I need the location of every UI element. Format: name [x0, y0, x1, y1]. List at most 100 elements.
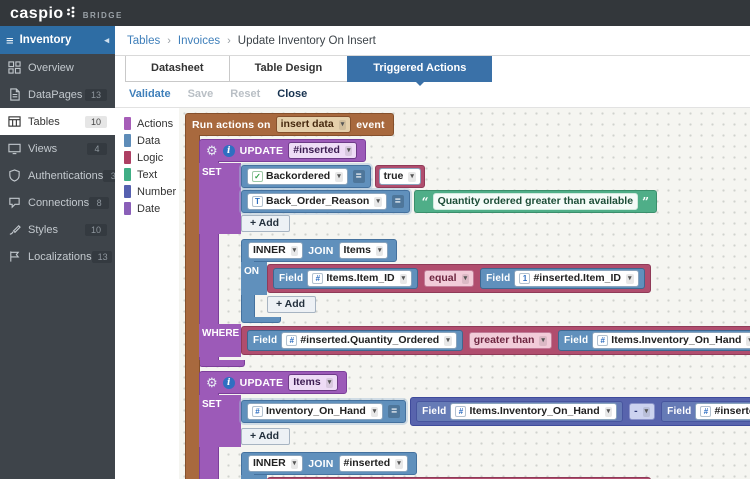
tables-icon: [8, 115, 21, 128]
palette-category-actions[interactable]: Actions: [124, 117, 179, 130]
assignment-inventory-on-hand[interactable]: #Inventory_On_Hand▾ =: [241, 400, 406, 423]
sidebar-item-overview[interactable]: Overview: [0, 54, 115, 81]
breadcrumb-tables-link[interactable]: Tables: [127, 35, 160, 47]
sidebar-item-styles[interactable]: Styles 10: [0, 216, 115, 243]
field-block[interactable]: Field1#inserted.Item_ID▾: [480, 268, 644, 289]
field-block[interactable]: Field##inserted.Quantity_Ordered▾: [247, 330, 463, 351]
field-dropdown[interactable]: ##inserted.Quantity_Ordered▾: [281, 332, 456, 349]
text-value-block[interactable]: “ Quantity ordered greater than availabl…: [414, 190, 657, 213]
sidebar-item-localizations[interactable]: Localizations 13: [0, 243, 115, 270]
update-keyword: UPDATE: [240, 145, 284, 157]
count-badge: 10: [85, 224, 107, 236]
field-dropdown[interactable]: TBack_Order_Reason▾: [247, 193, 387, 210]
field-dropdown[interactable]: #Items.Inventory_On_Hand▾: [450, 403, 617, 420]
field-dropdown[interactable]: ##inserted.Quantity_Ordered▾: [695, 403, 750, 420]
logo-bridge-label: BRIDGE: [83, 11, 123, 20]
table-dropdown[interactable]: Items▾: [288, 374, 338, 391]
dashboard-icon: [8, 61, 21, 74]
chevron-down-icon: ▾: [462, 274, 470, 284]
event-label: event: [356, 119, 384, 131]
breadcrumb-invoices-link[interactable]: Invoices: [178, 35, 220, 47]
field-block[interactable]: Field##inserted.Quantity_Ordered▾: [661, 401, 750, 422]
tab-table-design[interactable]: Table Design: [229, 56, 349, 82]
run-actions-block[interactable]: Run actions on insert data▾ event ⚙ i UP…: [185, 113, 750, 479]
sidebar-header[interactable]: ≡ Inventory ◂: [0, 26, 115, 54]
field-dropdown[interactable]: #Items.Inventory_On_Hand▾: [592, 332, 750, 349]
palette-category-logic[interactable]: Logic: [124, 151, 179, 164]
join-type-dropdown[interactable]: INNER▾: [248, 242, 303, 259]
chevron-down-icon: ▾: [605, 407, 613, 417]
tab-datasheet[interactable]: Datasheet: [125, 56, 230, 82]
event-dropdown[interactable]: insert data▾: [276, 116, 352, 133]
category-color-chip: [124, 151, 131, 164]
tab-triggered-actions[interactable]: Triggered Actions: [347, 56, 492, 82]
info-icon[interactable]: i: [223, 377, 235, 389]
boolean-dropdown[interactable]: true▾: [379, 168, 421, 185]
math-operator-dropdown[interactable]: -▾: [629, 403, 655, 420]
block-canvas[interactable]: Run actions on insert data▾ event ⚙ i UP…: [179, 108, 750, 479]
field-block[interactable]: Field#Items.Inventory_On_Hand▾: [416, 401, 623, 422]
join-block-1[interactable]: INNER▾ JOIN Items▾ ON: [241, 239, 651, 323]
where-section: WHERE Field##inserted.Quantity_Ordered▾ …: [241, 326, 750, 355]
chevron-down-icon: ▾: [376, 246, 384, 256]
join-type-dropdown[interactable]: INNER▾: [248, 455, 303, 472]
palette-category-text[interactable]: Text: [124, 168, 179, 181]
field-dropdown[interactable]: #Inventory_On_Hand▾: [247, 403, 383, 420]
assignment-back-order-reason[interactable]: TBack_Order_Reason▾ =: [241, 190, 410, 213]
join-condition[interactable]: Field#Items.Item_ID▾ equal▾ Field1#inser…: [267, 264, 651, 293]
join-block-2[interactable]: INNER▾ JOIN #inserted▾ ON: [241, 452, 651, 479]
operator-dropdown[interactable]: greater than▾: [469, 332, 552, 349]
equals-sign: =: [388, 405, 400, 418]
reset-button[interactable]: Reset: [230, 88, 260, 100]
sidebar-item-authentications[interactable]: Authentications 3: [0, 162, 115, 189]
join-table-dropdown[interactable]: #inserted▾: [339, 455, 408, 472]
close-button[interactable]: Close: [277, 88, 307, 100]
autonumber-field-icon: #: [312, 273, 323, 284]
field-dropdown[interactable]: ✓Backordered▾: [247, 168, 348, 185]
table-dropdown[interactable]: #inserted▾: [288, 142, 357, 159]
field-block[interactable]: Field#Items.Item_ID▾: [273, 268, 418, 289]
operator-dropdown[interactable]: equal▾: [424, 270, 474, 287]
field-dropdown[interactable]: 1#inserted.Item_ID▾: [514, 270, 638, 287]
field-block[interactable]: Field#Items.Inventory_On_Hand▾: [558, 330, 750, 351]
arithmetic-block[interactable]: Field#Items.Inventory_On_Hand▾ -▾ Field#…: [410, 397, 750, 426]
chevron-down-icon: ▾: [746, 336, 750, 346]
join-table-dropdown[interactable]: Items▾: [339, 242, 389, 259]
count-badge: 13: [85, 89, 107, 101]
field-dropdown[interactable]: #Items.Item_ID▾: [307, 270, 412, 287]
gear-icon[interactable]: ⚙: [206, 376, 218, 389]
info-icon[interactable]: i: [223, 145, 235, 157]
save-button[interactable]: Save: [188, 88, 214, 100]
where-condition[interactable]: Field##inserted.Quantity_Ordered▾ greate…: [241, 326, 750, 355]
add-set-row-button[interactable]: + Add: [241, 428, 290, 445]
value-block-true[interactable]: true▾: [375, 165, 425, 188]
validate-button[interactable]: Validate: [129, 88, 171, 100]
category-color-chip: [124, 202, 131, 215]
palette-category-number[interactable]: Number: [124, 185, 179, 198]
hamburger-icon[interactable]: ≡: [6, 33, 14, 48]
join-keyword: JOIN: [308, 458, 333, 470]
palette-category-date[interactable]: Date: [124, 202, 179, 215]
set-label: SET: [202, 399, 221, 410]
text-field-icon: T: [252, 196, 263, 207]
quote-open-icon: “: [422, 196, 429, 208]
collapse-sidebar-icon[interactable]: ◂: [104, 35, 109, 46]
sidebar-item-connections[interactable]: Connections 8: [0, 189, 115, 216]
add-join-button[interactable]: + Add: [267, 296, 316, 313]
on-section: ON Field#Items.Item_ID▾ equal▾ Field1#in…: [267, 264, 651, 293]
palette-category-data[interactable]: Data: [124, 134, 179, 147]
assignment-backordered[interactable]: ✓Backordered▾ =: [241, 165, 371, 188]
sidebar-item-datapages[interactable]: DataPages 13: [0, 81, 115, 108]
sidebar-item-views[interactable]: Views 4: [0, 135, 115, 162]
text-value[interactable]: Quantity ordered greater than available: [433, 193, 638, 210]
chevron-down-icon: ▾: [444, 336, 452, 346]
gear-icon[interactable]: ⚙: [206, 144, 218, 157]
sidebar-item-tables[interactable]: Tables 10: [0, 108, 115, 135]
update-block-2[interactable]: ⚙ i UPDATE Items▾ SET #In: [199, 371, 750, 479]
breadcrumb-separator: ›: [227, 35, 231, 47]
breadcrumb-current: Update Inventory On Insert: [238, 35, 376, 47]
set-label: SET: [202, 167, 221, 178]
count-badge: 8: [89, 197, 109, 209]
add-set-row-button[interactable]: + Add: [241, 215, 290, 232]
update-block-1[interactable]: ⚙ i UPDATE #inserted▾ SET: [199, 139, 750, 367]
